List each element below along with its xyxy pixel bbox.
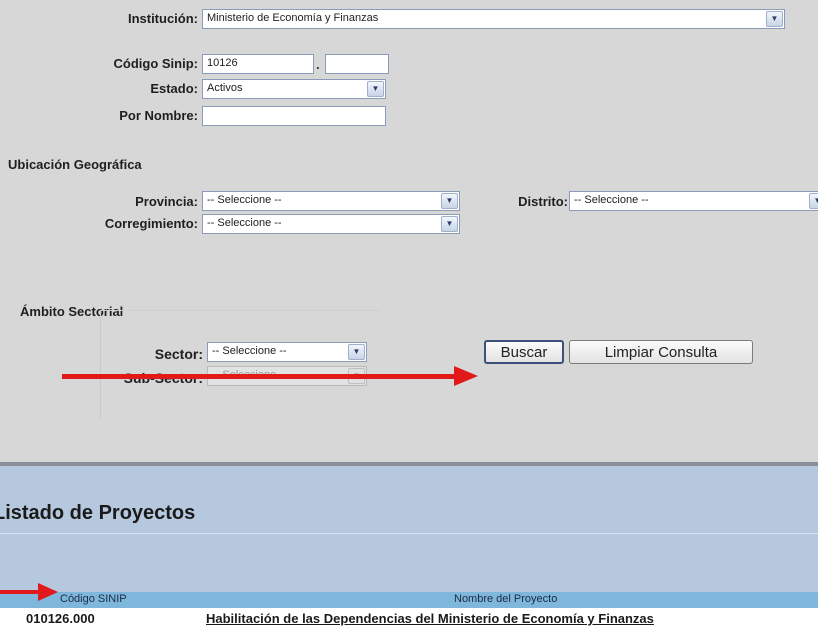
distrito-select[interactable]: -- Seleccione -- ▼: [569, 191, 818, 211]
buscar-button[interactable]: Buscar: [484, 340, 564, 364]
sector-value: -- Seleccione --: [212, 345, 287, 357]
sector-panel: [100, 310, 380, 418]
estado-value: Activos: [207, 82, 243, 94]
sector-select[interactable]: -- Seleccione -- ▼: [207, 342, 367, 362]
column-header-nombre: Nombre del Proyecto: [454, 593, 558, 605]
ubicacion-geografica-title: Ubicación Geográfica: [8, 157, 142, 172]
chevron-down-icon[interactable]: ▼: [441, 216, 458, 232]
codigo-sinip-input[interactable]: 10126: [202, 54, 314, 74]
institucion-select[interactable]: Ministerio de Economía y Finanzas ▼: [202, 9, 785, 29]
annotation-arrow: [0, 583, 58, 601]
listado-rule: [0, 533, 818, 534]
chevron-down-icon[interactable]: ▼: [766, 11, 783, 27]
row-codigo: 010126.000: [26, 611, 95, 626]
corregimiento-value: -- Seleccione --: [207, 217, 282, 229]
por-nombre-input[interactable]: [202, 106, 386, 126]
corregimiento-select[interactable]: -- Seleccione -- ▼: [202, 214, 460, 234]
codigo-separator: .: [316, 57, 320, 72]
chevron-down-icon[interactable]: ▼: [348, 344, 365, 360]
search-form: Institución: Ministerio de Economía y Fi…: [0, 0, 818, 466]
provincia-label: Provincia:: [135, 194, 198, 209]
institucion-label: Institución:: [127, 11, 198, 26]
provincia-value: -- Seleccione --: [207, 194, 282, 206]
institucion-value: Ministerio de Economía y Finanzas: [207, 12, 379, 24]
estado-select[interactable]: Activos ▼: [202, 79, 386, 99]
por-nombre-label: Por Nombre:: [119, 108, 198, 123]
codigo-sinip-label: Código Sinip:: [113, 56, 198, 71]
chevron-down-icon[interactable]: ▼: [367, 81, 384, 97]
column-header-codigo: Código SINIP: [60, 593, 127, 605]
estado-label: Estado:: [150, 81, 198, 96]
listado-panel: [0, 466, 818, 592]
annotation-arrow: [62, 366, 478, 386]
chevron-down-icon[interactable]: ▼: [809, 193, 818, 209]
row-nombre-link[interactable]: Habilitación de las Dependencias del Min…: [206, 611, 654, 626]
corregimiento-label: Corregimiento:: [104, 216, 198, 231]
provincia-select[interactable]: -- Seleccione -- ▼: [202, 191, 460, 211]
limpiar-consulta-button[interactable]: Limpiar Consulta: [569, 340, 753, 364]
codigo-sinip-suffix-input[interactable]: [325, 54, 389, 74]
distrito-value: -- Seleccione --: [574, 194, 649, 206]
distrito-label: Distrito:: [518, 194, 568, 209]
sector-label: Sector:: [154, 346, 203, 362]
chevron-down-icon[interactable]: ▼: [441, 193, 458, 209]
listado-title: Listado de Proyectos: [0, 502, 196, 524]
